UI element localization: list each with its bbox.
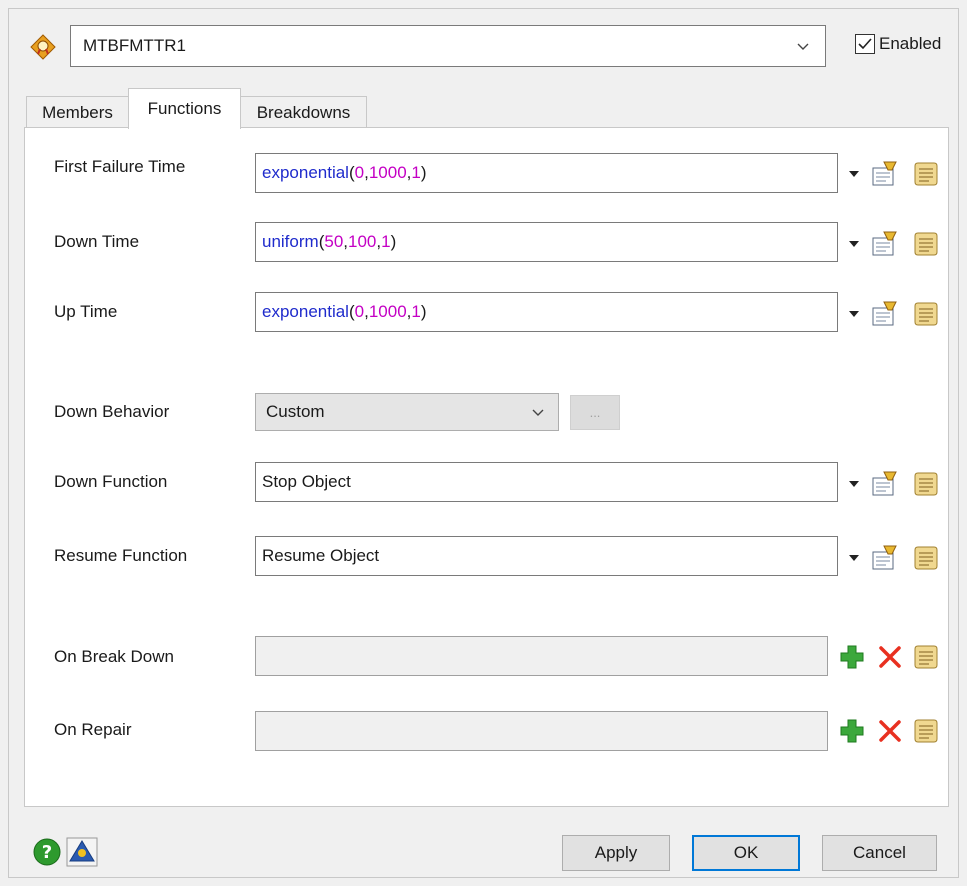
script-icon[interactable] <box>912 300 940 328</box>
add-icon[interactable] <box>838 717 866 745</box>
properties-icon[interactable] <box>870 160 898 188</box>
down-time-label: Down Time <box>54 232 140 251</box>
cancel-button[interactable]: Cancel <box>822 835 937 871</box>
dropdown-arrow-icon[interactable] <box>848 480 860 488</box>
dropdown-arrow-icon[interactable] <box>848 240 860 248</box>
paren: ) <box>420 163 427 182</box>
down-behavior-select[interactable]: Custom <box>255 393 559 431</box>
down-behavior-value: Custom <box>266 402 325 421</box>
arg: 0 <box>354 163 365 182</box>
arg: 1 <box>411 163 421 182</box>
enabled-checkbox[interactable]: Enabled <box>855 34 941 54</box>
object-name-combobox[interactable]: MTBFMTTR1 <box>70 25 826 67</box>
resume-function-field[interactable]: Resume Object <box>255 536 838 576</box>
arg: 0 <box>354 302 365 321</box>
on-repair-label: On Repair <box>54 720 132 739</box>
function-name: exponential <box>262 163 349 182</box>
tab-functions-label: Functions <box>147 99 222 118</box>
on-break-down-field[interactable] <box>255 636 828 676</box>
down-function-value: Stop Object <box>262 472 351 491</box>
arg: 1 <box>381 232 391 251</box>
apply-button[interactable]: Apply <box>562 835 670 871</box>
remove-icon[interactable] <box>876 717 904 745</box>
arg: 1000 <box>368 302 407 321</box>
arg: 1 <box>411 302 421 321</box>
arg: 100 <box>348 232 377 251</box>
script-icon[interactable] <box>912 160 940 188</box>
down-time-field[interactable]: uniform(50, 100, 1) <box>255 222 838 262</box>
mtbf-object-icon <box>30 34 56 60</box>
on-break-down-label: On Break Down <box>54 647 174 666</box>
arg: 50 <box>324 232 344 251</box>
object-name-value: MTBFMTTR1 <box>83 36 186 55</box>
arg: 1000 <box>368 163 407 182</box>
more-button-label: ... <box>589 405 601 420</box>
up-time-label: Up Time <box>54 302 118 321</box>
tab-functions[interactable]: Functions <box>128 88 241 129</box>
object-tools-icon[interactable] <box>66 837 98 867</box>
down-function-label: Down Function <box>54 472 168 491</box>
up-time-field[interactable]: exponential(0, 1000, 1) <box>255 292 838 332</box>
tab-members-label: Members <box>42 102 113 122</box>
help-icon[interactable]: ? <box>32 837 62 867</box>
down-behavior-label: Down Behavior <box>54 402 170 421</box>
properties-icon[interactable] <box>870 470 898 498</box>
checkbox-box[interactable] <box>855 34 875 54</box>
svg-text:?: ? <box>42 842 52 863</box>
chevron-down-icon[interactable] <box>793 36 813 56</box>
remove-icon[interactable] <box>876 643 904 671</box>
chevron-down-icon[interactable] <box>528 402 548 422</box>
checkmark-icon <box>858 38 872 50</box>
properties-icon[interactable] <box>870 300 898 328</box>
ok-button-label: OK <box>733 843 759 862</box>
tab-breakdowns[interactable]: Breakdowns <box>240 96 367 128</box>
first-failure-time-field[interactable]: exponential(0, 1000, 1) <box>255 153 838 193</box>
dropdown-arrow-icon[interactable] <box>848 310 860 318</box>
resume-function-label: Resume Function <box>54 546 188 565</box>
function-name: uniform <box>262 232 319 251</box>
dropdown-arrow-icon[interactable] <box>848 554 860 562</box>
first-failure-time-label: First Failure Time <box>54 157 186 176</box>
on-repair-field[interactable] <box>255 711 828 751</box>
enabled-label: Enabled <box>879 34 942 53</box>
paren: ) <box>390 232 397 251</box>
script-icon[interactable] <box>912 643 940 671</box>
script-icon[interactable] <box>912 470 940 498</box>
add-icon[interactable] <box>838 643 866 671</box>
tab-breakdowns-label: Breakdowns <box>256 102 351 122</box>
dropdown-arrow-icon[interactable] <box>848 170 860 178</box>
down-function-field[interactable]: Stop Object <box>255 462 838 502</box>
apply-button-label: Apply <box>594 843 638 862</box>
paren: ) <box>420 302 427 321</box>
down-behavior-more-button[interactable]: ... <box>570 395 620 430</box>
script-icon[interactable] <box>912 544 940 572</box>
ok-button[interactable]: OK <box>692 835 800 871</box>
properties-icon[interactable] <box>870 544 898 572</box>
function-name: exponential <box>262 302 349 321</box>
tab-members[interactable]: Members <box>26 96 129 128</box>
script-icon[interactable] <box>912 230 940 258</box>
script-icon[interactable] <box>912 717 940 745</box>
properties-icon[interactable] <box>870 230 898 258</box>
resume-function-value: Resume Object <box>262 546 380 565</box>
cancel-button-label: Cancel <box>853 843 906 862</box>
